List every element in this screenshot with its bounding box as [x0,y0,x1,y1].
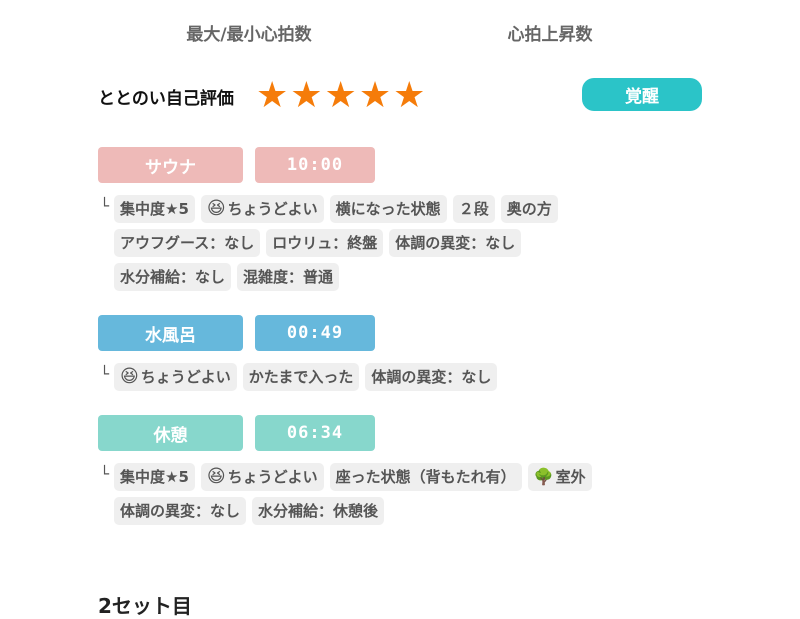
tree-icon: 🌳 [533,467,554,486]
tag-condition: 体調の異変：なし [365,363,498,391]
mizuburo-section: 水風呂 00:49 └ 😆 ちょうどよい かたまで入った 体調の異変：なし [98,315,718,397]
kyukei-label: 休憩 [98,415,243,451]
tag-hydration: 水分補給：休憩後 [252,497,385,525]
mizuburo-time: 00:49 [255,315,375,351]
heart-rate-rise-label: 心拍上昇数 [507,25,593,45]
tag-temperature: 😆 ちょうどよい [200,195,324,223]
tag-depth: かたまで入った [242,363,360,391]
tag-condition: 体調の異変：なし [114,497,247,525]
totonoi-evaluation-label: ととのい自己評価 [98,89,234,109]
tag-position: 奥の方 [500,195,558,223]
tag-temperature: 😆 ちょうどよい [114,363,237,391]
max-min-heart-rate-label: 最大/最小心拍数 [186,25,312,45]
tag-posture: 横になった状態 [329,195,447,223]
tag-hydration: 水分補給：なし [114,263,232,291]
tag-comfort: 😆 ちょうどよい [200,463,324,491]
kyukei-time: 06:34 [255,415,375,451]
sauna-section: サウナ 10:00 └ 集中度★5 😆 ちょうどよい 横になった状態 ２段 奥の方… [98,147,718,297]
tag-tier: ２段 [452,195,495,223]
tag-crowdedness: 混雑度：普通 [237,263,340,291]
branch-connector: └ [100,365,110,383]
tag-posture: 座った状態（背もたれ有） [329,463,522,491]
mizuburo-label: 水風呂 [98,315,243,351]
tag-focus: 集中度★5 [114,463,195,491]
branch-connector: └ [100,465,110,483]
grinning-squinting-face-icon: 😆 [206,466,226,487]
sauna-label: サウナ [98,147,243,183]
sauna-time: 10:00 [255,147,375,183]
rating-stars: ★★★★★ [256,75,428,116]
tag-aufguss: アウフグース：なし [114,229,261,257]
tag-condition: 体調の異変：なし [389,229,522,257]
kakusei-badge: 覚醒 [582,78,702,111]
tag-focus: 集中度★5 [114,195,195,223]
next-set-heading: 2セット目 [98,594,192,618]
tag-location: 🌳 室外 [527,463,592,491]
totonoi-evaluation-row: ととのい自己評価 ★★★★★ 覚醒 [98,75,702,116]
tag-loyly: ロウリュ：終盤 [266,229,384,257]
grinning-squinting-face-icon: 😆 [206,198,226,219]
grinning-squinting-face-icon: 😆 [120,366,139,387]
branch-connector: └ [100,197,110,215]
kyukei-section: 休憩 06:34 └ 集中度★5 😆 ちょうどよい 座った状態（背もたれ有） 🌳 室… [98,415,718,531]
